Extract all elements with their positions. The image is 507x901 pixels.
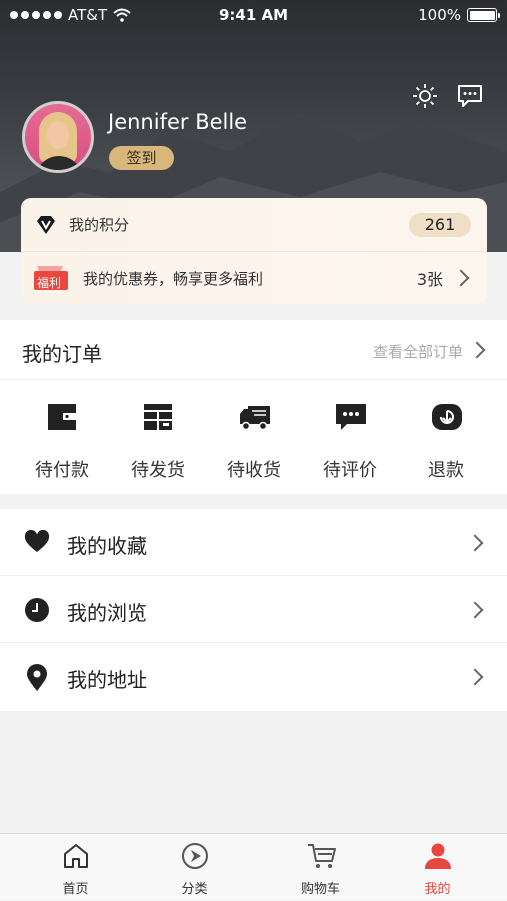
battery: 100% (418, 6, 500, 24)
points-row[interactable]: 我的积分 261 (21, 198, 487, 252)
signin-button[interactable]: 签到 (109, 146, 174, 170)
menu-item-history[interactable]: 我的浏览 (0, 576, 507, 643)
order-status-label: 待发货 (131, 460, 185, 481)
wallet-icon (48, 404, 76, 430)
message-icon[interactable] (456, 82, 484, 110)
coupon-row[interactable]: 福利 我的优惠券，畅享更多福利 3张 (21, 252, 487, 304)
chevron-right-icon (466, 601, 484, 619)
comment-icon (336, 404, 366, 430)
coupon-count: 3张 (416, 270, 443, 289)
order-status-label: 待收货 (227, 460, 281, 481)
points-value: 261 (409, 212, 471, 237)
menu-item-label: 我的收藏 (67, 534, 147, 558)
coupon-badge-label: 福利 (37, 276, 62, 290)
order-status-pending-shipment[interactable]: 待发货 (110, 380, 206, 494)
coupon-label: 我的优惠券，畅享更多福利 (83, 269, 264, 288)
menu-item-label: 我的地址 (67, 668, 147, 692)
tab-cart[interactable]: 购物车 (257, 834, 384, 901)
battery-percent: 100% (418, 6, 461, 24)
chevron-right-icon (466, 534, 484, 552)
orders-header: 我的订单 查看全部订单 (0, 320, 507, 380)
order-status-pending-review[interactable]: 待评价 (302, 380, 398, 494)
refund-icon (432, 404, 462, 430)
tab-mine[interactable]: 我的 (374, 834, 501, 901)
chevron-right-icon[interactable] (468, 341, 486, 359)
settings-icon[interactable] (411, 82, 439, 110)
location-pin-icon (27, 664, 47, 691)
order-status-refund[interactable]: 退款 (398, 380, 494, 494)
orders-section: 我的订单 查看全部订单 待付款 待发货 待收货 待评价 退款 (0, 320, 507, 494)
battery-icon (467, 8, 500, 22)
menu-list: 我的收藏 我的浏览 我的地址 (0, 509, 507, 711)
tab-label: 购物车 (300, 882, 340, 897)
username: Jennifer Belle (108, 110, 248, 134)
tab-bar: 首页 分类 购物车 我的 (0, 833, 507, 900)
user-icon (425, 843, 451, 869)
orders-title: 我的订单 (22, 342, 102, 366)
menu-item-label: 我的浏览 (67, 601, 147, 625)
view-all-orders-link[interactable]: 查看全部订单 (373, 341, 463, 362)
tab-label: 我的 (424, 882, 451, 897)
order-status-label: 待评价 (323, 460, 377, 481)
menu-item-favorites[interactable]: 我的收藏 (0, 509, 507, 576)
order-status-list: 待付款 待发货 待收货 待评价 退款 (0, 380, 507, 494)
benefits-card: 我的积分 261 福利 我的优惠券，畅享更多福利 3张 (21, 198, 487, 304)
menu-item-address[interactable]: 我的地址 (0, 643, 507, 710)
vip-diamond-icon (37, 215, 55, 234)
tab-home[interactable]: 首页 (12, 834, 139, 901)
tab-label: 首页 (62, 882, 89, 897)
avatar[interactable] (22, 101, 94, 173)
clock-icon (25, 598, 49, 622)
compass-icon (182, 843, 208, 869)
heart-icon (24, 530, 50, 552)
chevron-right-icon (466, 668, 484, 686)
order-status-pending-payment[interactable]: 待付款 (14, 380, 110, 494)
home-icon (64, 844, 88, 868)
package-icon (144, 404, 172, 430)
coupon-icon: 福利 (33, 264, 69, 292)
tab-label: 分类 (181, 882, 208, 897)
tab-category[interactable]: 分类 (131, 834, 258, 901)
order-status-label: 待付款 (35, 460, 89, 481)
status-bar: AT&T 9:41 AM 100% (0, 0, 507, 30)
chevron-right-icon (452, 269, 470, 287)
points-label: 我的积分 (69, 216, 130, 234)
cart-icon (308, 844, 336, 868)
order-status-pending-receipt[interactable]: 待收货 (206, 380, 302, 494)
truck-icon (240, 406, 270, 431)
order-status-label: 退款 (428, 460, 464, 481)
